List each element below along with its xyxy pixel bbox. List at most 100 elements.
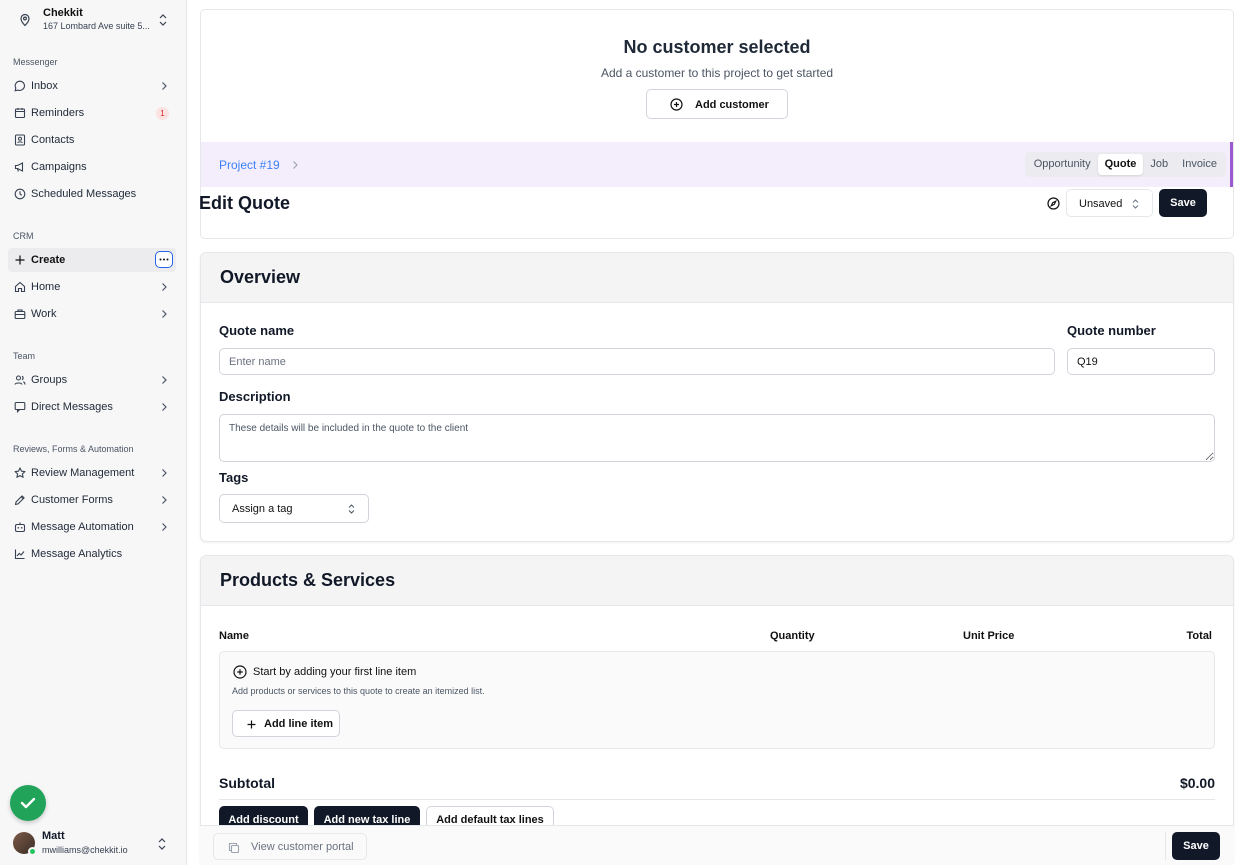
quote-number-label: Quote number: [1067, 323, 1156, 338]
divider: [219, 799, 1215, 800]
copy-icon: [228, 842, 240, 854]
subtotal-label: Subtotal: [219, 775, 275, 791]
chat-bubble-icon: [14, 80, 25, 92]
map-pin-icon: [20, 13, 30, 27]
save-status-select[interactable]: Unsaved: [1066, 189, 1153, 217]
sidebar-item-inbox[interactable]: Inbox: [8, 74, 176, 98]
assign-tag-select[interactable]: Assign a tag: [219, 494, 369, 523]
description-label: Description: [219, 389, 291, 404]
chevron-right-icon: [162, 523, 167, 531]
compass-icon[interactable]: [1047, 197, 1060, 210]
line-items-empty-state: Start by adding your first line item Add…: [219, 651, 1215, 749]
tags-label: Tags: [219, 470, 249, 485]
bottom-action-bar: View customer portal Save: [200, 825, 1234, 865]
plus-circle-icon: [670, 98, 683, 111]
sidebar-item-home[interactable]: Home: [8, 275, 176, 299]
tab-opportunity[interactable]: Opportunity: [1027, 154, 1098, 175]
products-header: Products & Services: [201, 556, 1233, 606]
no-customer-title: No customer selected: [623, 37, 811, 57]
view-customer-portal-button[interactable]: View customer portal: [213, 833, 367, 860]
user-menu[interactable]: Matt mwilliams@chekkit.io: [13, 827, 175, 859]
sidebar-item-label: Customer Forms: [31, 494, 113, 506]
description-textarea[interactable]: [219, 414, 1215, 462]
sidebar: Chekkit 167 Lombard Ave suite 5... Messe…: [0, 0, 187, 865]
sidebar-item-label: Create: [31, 254, 66, 266]
sidebar-item-message-analytics[interactable]: Message Analytics: [8, 542, 176, 566]
star-icon: [14, 467, 26, 478]
divider: [1165, 832, 1166, 860]
sidebar-item-label: Reminders: [31, 107, 85, 119]
quote-name-label: Quote name: [219, 323, 295, 338]
line-chart-icon: [14, 549, 25, 560]
add-customer-button[interactable]: Add customer: [646, 89, 788, 119]
overview-heading: Overview: [220, 267, 301, 287]
sidebar-item-label: Review Management: [31, 467, 135, 479]
status-check-button[interactable]: [10, 785, 46, 821]
add-line-item-button[interactable]: Add line item: [232, 710, 340, 737]
chevron-right-icon: [293, 161, 298, 169]
sidebar-item-campaigns[interactable]: Campaigns: [8, 155, 176, 179]
user-email: mwilliams@chekkit.io: [42, 845, 128, 855]
sidebar-item-customer-forms[interactable]: Customer Forms: [8, 488, 176, 512]
section-messenger: Messenger: [13, 57, 58, 67]
sidebar-item-message-automation[interactable]: Message Automation: [8, 515, 176, 539]
chevron-right-icon: [162, 82, 167, 90]
avatar: [13, 832, 37, 856]
sidebar-item-label: Message Analytics: [31, 548, 123, 560]
tab-invoice[interactable]: Invoice: [1175, 154, 1224, 175]
project-bar: Project #19 Opportunity Quote Job Invoic…: [201, 142, 1233, 187]
tab-job[interactable]: Job: [1143, 154, 1175, 175]
sidebar-item-create[interactable]: Create: [8, 248, 176, 272]
chevron-right-icon: [162, 403, 167, 411]
sidebar-item-label: Groups: [31, 374, 68, 386]
plus-circle-icon: [233, 665, 247, 679]
sidebar-item-groups[interactable]: Groups: [8, 368, 176, 392]
quote-number-input[interactable]: [1067, 348, 1215, 375]
tab-quote[interactable]: Quote: [1097, 154, 1144, 175]
online-status-dot: [28, 847, 37, 856]
sidebar-item-scheduled-messages[interactable]: Scheduled Messages: [8, 182, 176, 206]
plus-icon: [247, 720, 256, 729]
empty-state-title: Start by adding your first line item: [253, 666, 417, 678]
products-services-card: Products & Services Name Quantity Unit P…: [200, 555, 1234, 865]
project-stage-tabs: Opportunity Quote Job Invoice: [1024, 152, 1226, 177]
users-icon: [14, 375, 26, 385]
location-switcher[interactable]: Chekkit 167 Lombard Ave suite 5...: [14, 6, 174, 36]
sidebar-item-reminders[interactable]: Reminders 1: [8, 101, 176, 125]
sidebar-item-review-management[interactable]: Review Management: [8, 461, 176, 485]
save-button[interactable]: Save: [1159, 189, 1207, 217]
column-header-name: Name: [219, 630, 249, 642]
chevron-right-icon: [162, 283, 167, 291]
chevron-right-icon: [162, 376, 167, 384]
chevron-right-icon: [162, 496, 167, 504]
calendar-icon: [14, 108, 26, 119]
add-line-item-label: Add line item: [264, 718, 334, 730]
project-link[interactable]: Project #19: [219, 158, 280, 172]
sidebar-item-work[interactable]: Work: [8, 302, 176, 326]
column-header-quantity: Quantity: [770, 630, 815, 642]
assign-tag-label: Assign a tag: [232, 503, 293, 515]
sidebar-item-label: Message Automation: [31, 521, 134, 533]
save-status-label: Unsaved: [1079, 198, 1123, 210]
more-options-button[interactable]: [155, 251, 173, 268]
main-content: No customer selected Add a customer to t…: [187, 0, 1248, 865]
save-bottom-button[interactable]: Save: [1172, 832, 1220, 860]
subtotal-value: $0.00: [1179, 775, 1215, 791]
chevron-up-down-icon: [158, 838, 166, 850]
chevron-up-down-icon: [348, 504, 355, 514]
checkmark-icon: [20, 797, 36, 809]
sidebar-item-contacts[interactable]: Contacts: [8, 128, 176, 152]
plus-icon: [15, 255, 25, 265]
quote-name-input[interactable]: [219, 348, 1055, 375]
location-address: 167 Lombard Ave suite 5...: [43, 21, 150, 31]
ellipsis-icon: [159, 258, 169, 261]
sidebar-item-label: Inbox: [31, 80, 58, 92]
briefcase-icon: [14, 309, 26, 320]
home-icon: [14, 281, 26, 293]
chevron-right-icon: [162, 310, 167, 318]
no-customer-subtitle: Add a customer to this project to get st…: [600, 66, 834, 80]
megaphone-icon: [14, 162, 24, 172]
sidebar-item-direct-messages[interactable]: Direct Messages: [8, 395, 176, 419]
overview-card: Overview Quote name Quote number Descrip…: [200, 252, 1234, 542]
chevron-right-icon: [162, 469, 167, 477]
